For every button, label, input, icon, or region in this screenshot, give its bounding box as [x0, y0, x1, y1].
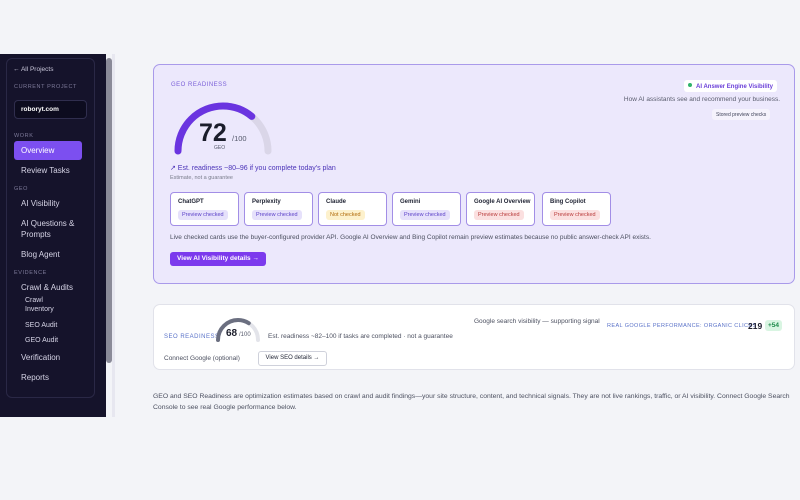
sidebar-item-review-tasks[interactable]: Review Tasks — [14, 166, 82, 175]
sidebar-item-overview[interactable]: Overview — [14, 141, 82, 160]
view-ai-visibility-button[interactable]: View AI Visibility details → — [170, 252, 266, 266]
sidebar-item-seo-audit[interactable]: SEO Audit — [14, 322, 82, 329]
seo-score: 68 — [226, 328, 238, 339]
provider-card-claude[interactable]: Claude Not checked — [318, 192, 387, 226]
provider-card-chatgpt[interactable]: ChatGPT Preview checked — [170, 192, 239, 226]
ai-engine-visibility-badge: AI Answer Engine Visibility — [684, 80, 778, 92]
geo-score-max: /100 — [232, 134, 247, 143]
all-projects-link[interactable]: ← All Projects — [13, 66, 53, 73]
sidebar-item-verification[interactable]: Verification — [14, 353, 82, 362]
sidebar-edge — [112, 54, 115, 417]
live-checked-note: Live checked cards use the buyer-configu… — [170, 234, 651, 241]
geo-score: 72 — [199, 119, 227, 147]
stored-preview-badge: Stored preview checks — [712, 109, 771, 120]
provider-name: Perplexity — [252, 199, 281, 205]
provider-status: Preview checked — [178, 210, 228, 220]
seo-score-max: /100 — [239, 332, 251, 338]
current-project-label: CURRENT PROJECT — [14, 84, 77, 90]
organic-clicks-value: 219 — [748, 321, 763, 331]
geo-estimate: ↗ Est. readiness ~80–96 if you complete … — [170, 165, 336, 172]
section-evidence-label: EVIDENCE — [14, 270, 47, 276]
sidebar-item-ai-questions-line1: AI Questions & — [21, 219, 75, 228]
sidebar-item-blog-agent[interactable]: Blog Agent — [14, 250, 82, 259]
sidebar-item-crawl-audits[interactable]: Crawl & Audits — [14, 283, 82, 292]
provider-status: Preview checked — [550, 210, 600, 220]
seo-readiness-label: SEO READINESS — [164, 334, 220, 340]
seo-gauge — [216, 318, 260, 342]
geo-estimate-note: Estimate, not a guarantee — [170, 175, 233, 181]
sidebar-item-ai-questions-line2: Prompts — [21, 230, 51, 239]
seo-gauge-fill — [216, 318, 260, 342]
section-work-label: WORK — [14, 133, 34, 139]
ai-engine-subtitle: How AI assistants see and recommend your… — [623, 96, 780, 103]
sidebar-item-ai-questions[interactable]: AI Questions & Prompts — [14, 219, 82, 239]
provider-card-google-ai-overview[interactable]: Google AI Overview Preview checked — [466, 192, 535, 226]
geo-readiness-label: GEO READINESS — [171, 82, 228, 88]
provider-status: Preview checked — [474, 210, 524, 220]
readiness-disclaimer: GEO and SEO Readiness are optimization e… — [153, 393, 790, 411]
view-seo-details-button[interactable]: View SEO details → — [258, 351, 327, 366]
sidebar-item-crawl-inventory-line2: Inventory — [25, 306, 54, 313]
seo-gauge-track — [216, 318, 260, 342]
provider-name: Bing Copilot — [550, 199, 586, 205]
provider-status: Not checked — [326, 210, 365, 220]
provider-name: ChatGPT — [178, 199, 204, 205]
sidebar-item-reports[interactable]: Reports — [14, 373, 82, 382]
status-dot-icon — [688, 83, 692, 87]
organic-clicks-label: REAL GOOGLE PERFORMANCE: ORGANIC CLICKS — [607, 323, 757, 329]
google-visibility-note: Google search visibility — supporting si… — [474, 318, 600, 325]
section-geo-label: GEO — [14, 186, 29, 192]
provider-name: Google AI Overview — [474, 199, 531, 205]
sidebar-item-crawl-inventory-line1: Crawl — [25, 297, 43, 304]
connect-google-text[interactable]: Connect Google (optional) — [164, 355, 240, 362]
provider-card-gemini[interactable]: Gemini Preview checked — [392, 192, 461, 226]
sidebar-item-ai-visibility[interactable]: AI Visibility — [14, 199, 82, 208]
organic-clicks-delta: +54 — [765, 320, 783, 331]
geo-score-unit: GEO — [214, 145, 226, 151]
project-selector[interactable]: roboryt.com — [14, 100, 87, 119]
provider-card-perplexity[interactable]: Perplexity Preview checked — [244, 192, 313, 226]
sidebar-item-geo-audit[interactable]: GEO Audit — [14, 337, 82, 344]
provider-name: Claude — [326, 199, 347, 205]
provider-status: Preview checked — [400, 210, 450, 220]
provider-name: Gemini — [400, 199, 421, 205]
provider-status: Preview checked — [252, 210, 302, 220]
sidebar-item-crawl-inventory[interactable]: Crawl Inventory — [14, 297, 82, 313]
seo-estimate: Est. readiness ~82–100 if tasks are comp… — [268, 333, 453, 340]
provider-card-bing-copilot[interactable]: Bing Copilot Preview checked — [542, 192, 611, 226]
ai-engine-visibility-text: AI Answer Engine Visibility — [696, 84, 774, 90]
